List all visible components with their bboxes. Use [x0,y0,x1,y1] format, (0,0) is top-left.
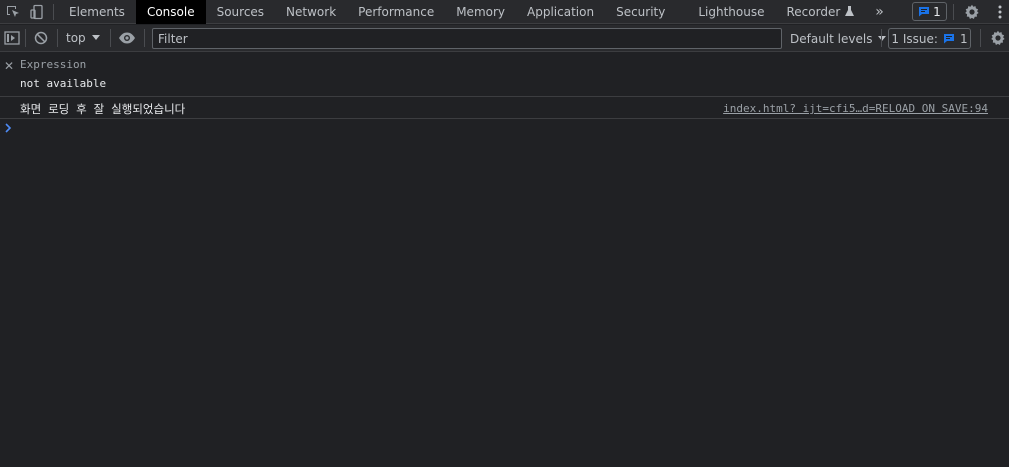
devtools-tabbar: Elements Console Sources Network Perform… [0,0,1009,24]
toolbar-divider [57,29,58,47]
toolbar-divider [25,29,26,47]
dropdown-triangle-icon [91,35,100,40]
log-levels-dropdown[interactable]: Default levels [786,28,890,49]
tab-elements[interactable]: Elements [58,0,136,24]
expression-label[interactable]: Expression [20,58,86,71]
console-toolbar: top Default levels 1 Issue: 1 [0,25,1009,52]
more-tabs-button[interactable]: » [865,0,894,24]
tab-memory[interactable]: Memory [445,0,516,24]
issues-badge-button[interactable]: 1 [912,2,947,21]
toolbar-divider [980,29,981,47]
log-levels-label: Default levels [790,31,873,46]
tab-recorder[interactable]: Recorder [776,0,866,24]
device-toolbar-icon[interactable] [25,0,49,24]
tab-network[interactable]: Network [275,0,347,24]
console-message-text: 화면 로딩 후 잘 실행되었습니다 [20,102,186,116]
prompt-chevron-icon [5,122,12,136]
console-settings-gear-icon[interactable] [990,30,1006,46]
dropdown-triangle-icon [878,35,887,41]
console-message-source-link[interactable]: index.html? ijt=cfi5…d=RELOAD ON SAVE:94 [723,102,988,115]
tab-console[interactable]: Console [135,0,206,24]
issues-button-count: 1 [959,31,968,46]
clear-console-icon[interactable] [33,30,49,46]
live-expression-eye-icon[interactable] [118,30,136,46]
close-expression-icon[interactable]: ✕ [4,59,14,73]
tab-sources[interactable]: Sources [206,0,275,24]
toolbar-divider [881,29,882,47]
issues-button[interactable]: 1 Issue: 1 [888,28,971,49]
more-options-kebab-icon[interactable] [990,2,1009,22]
console-prompt [0,120,1009,138]
tabbar-right-divider [953,4,954,20]
tab-application[interactable]: Application [516,0,605,24]
console-prompt-input[interactable] [20,121,990,137]
tab-performance[interactable]: Performance [347,0,445,24]
tab-recorder-label: Recorder [786,4,841,19]
toolbar-divider [144,29,145,47]
settings-gear-icon[interactable] [962,2,982,22]
live-expression-panel: ✕ Expression not available [0,53,1009,97]
tabbar-divider [53,3,54,20]
issues-badge-count: 1 [933,4,941,19]
inspect-element-icon[interactable] [1,0,25,24]
context-selector-value: top [66,31,86,45]
show-sidebar-icon[interactable] [4,30,20,46]
toolbar-divider [110,29,111,47]
filter-input[interactable] [152,28,782,49]
context-selector[interactable]: top [62,28,104,48]
expression-value: not available [20,77,107,90]
issues-button-label: 1 Issue: [891,31,938,46]
message-icon [943,34,954,44]
flask-icon [845,6,855,16]
console-message: 화면 로딩 후 잘 실행되었습니다 index.html? ijt=cfi5…d… [0,98,1009,119]
tab-security[interactable]: Security [605,0,687,24]
message-icon [919,7,930,17]
tab-lighthouse[interactable]: Lighthouse [687,0,775,24]
